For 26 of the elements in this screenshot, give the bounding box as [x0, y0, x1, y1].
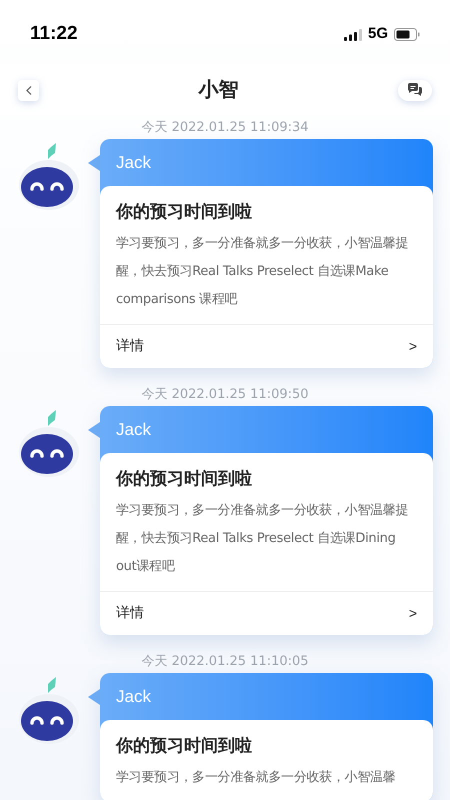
- robot-avatar-icon: [18, 143, 80, 211]
- message-timestamp: 今天 2022.01.25 11:09:50: [141, 386, 309, 404]
- message-title: 你的预习时间到啦: [116, 468, 253, 491]
- battery-icon: [394, 28, 420, 41]
- details-link[interactable]: 详情 >: [100, 591, 433, 635]
- sender-name: Jack: [116, 152, 151, 174]
- sender-name: Jack: [116, 418, 151, 441]
- status-time: 11:22: [30, 22, 78, 46]
- message-body: 学习要预习，多一分准备就多一分收获，小智温馨: [116, 769, 396, 787]
- robot-avatar-icon: [18, 677, 80, 745]
- back-button[interactable]: [18, 80, 39, 100]
- message-timestamp: 今天 2022.01.25 11:10:05: [141, 653, 309, 672]
- message-body: 学习要预习，多一分准备就多一分收获，小智温馨提醒，快去预习Real Talks Preselect 自选课Make comparisons 课程吧: [116, 235, 410, 309]
- back-icon: [26, 86, 32, 94]
- message-timestamp: 今天 2022.01.25 11:09:34: [141, 119, 309, 138]
- signal-icon: [344, 28, 362, 40]
- message-title: 你的预习时间到啦: [116, 735, 253, 758]
- page-title: 小智: [198, 78, 238, 103]
- robot-avatar-icon: [18, 410, 80, 478]
- sender-name: Jack: [116, 686, 151, 708]
- details-link[interactable]: 详情 >: [100, 324, 433, 368]
- chat-bubbles-icon: [407, 83, 423, 97]
- message-title: 你的预习时间到啦: [116, 201, 253, 224]
- network-label: 5G: [368, 24, 388, 44]
- message-body: 学习要预习，多一分准备就多一分收获，小智温馨提醒，快去预习Real Talks Preselect 自选课Dining out课程吧: [116, 502, 410, 576]
- chat-button[interactable]: [398, 80, 432, 100]
